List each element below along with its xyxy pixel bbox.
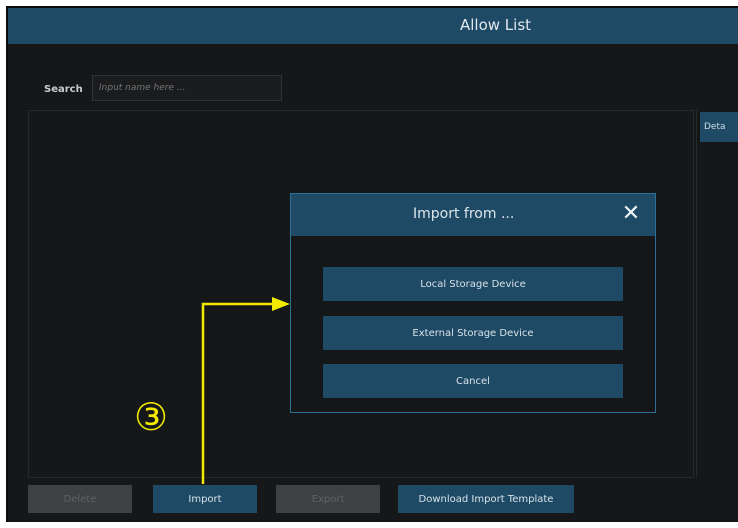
dialog-title: Import from ...	[413, 206, 515, 222]
local-storage-button[interactable]: Local Storage Device	[323, 267, 623, 301]
dialog-header: Import from ... ✕	[291, 194, 655, 236]
title-bar: Allow List	[8, 8, 738, 44]
search-input[interactable]	[92, 75, 282, 101]
step-number-annotation: ③	[133, 395, 169, 439]
cancel-button[interactable]: Cancel	[323, 364, 623, 398]
export-button[interactable]: Export	[276, 485, 380, 513]
app-window: Allow List Search Deta Import from ... ✕…	[6, 6, 738, 522]
close-icon[interactable]: ✕	[617, 200, 645, 228]
external-storage-button[interactable]: External Storage Device	[323, 316, 623, 350]
download-template-button[interactable]: Download Import Template	[398, 485, 574, 513]
delete-button[interactable]: Delete	[28, 485, 132, 513]
detail-panel	[696, 110, 738, 478]
import-button[interactable]: Import	[153, 485, 257, 513]
tab-details[interactable]: Deta	[700, 112, 738, 142]
import-dialog: Import from ... ✕ Local Storage Device E…	[290, 193, 656, 413]
window-title: Allow List	[460, 16, 532, 34]
search-label: Search	[44, 84, 83, 95]
